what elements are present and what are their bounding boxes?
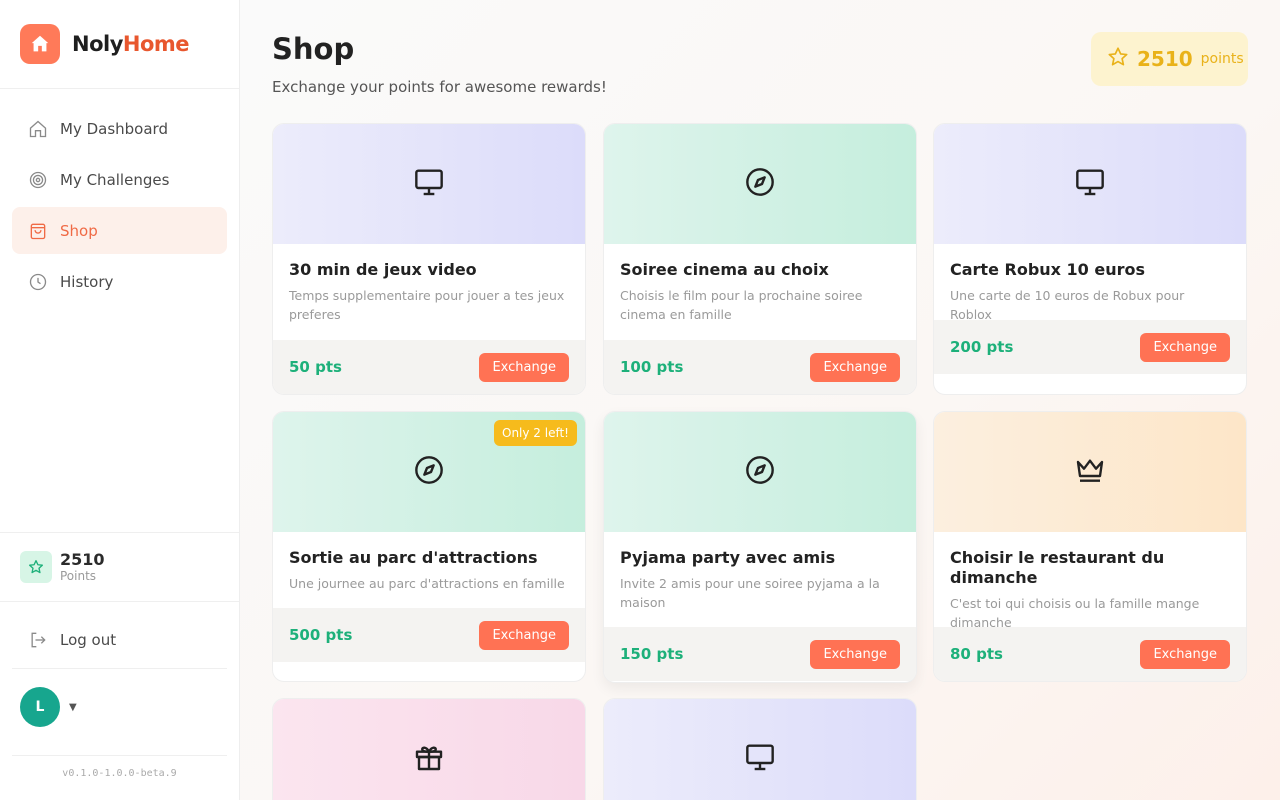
sidebar: NolyHome My Dashboard My Challenges Shop… xyxy=(0,0,240,800)
reward-card xyxy=(603,698,917,800)
card-hero xyxy=(604,412,916,532)
reward-card: Only 2 left! Sortie au parc d'attraction… xyxy=(272,411,586,682)
main-content: Shop Exchange your points for awesome re… xyxy=(240,0,1280,800)
caret-down-icon: ▼ xyxy=(69,701,77,713)
sidebar-item-shop[interactable]: Shop xyxy=(12,207,227,254)
card-description: Choisis le film pour la prochaine soiree… xyxy=(620,288,863,322)
sidebar-item-history[interactable]: History xyxy=(12,258,227,305)
sidebar-item-challenges[interactable]: My Challenges xyxy=(12,156,227,203)
card-price: 200 pts xyxy=(950,338,1014,356)
gift-icon xyxy=(413,741,445,777)
card-footer: 200 pts Exchange xyxy=(934,320,1246,374)
sidebar-points: 2510 Points xyxy=(0,532,239,602)
card-title: Choisir le restaurant du dimanche xyxy=(950,548,1165,587)
logout-icon xyxy=(28,630,48,650)
card-price: 80 pts xyxy=(950,645,1003,663)
star-icon xyxy=(1107,46,1129,72)
reward-card: Carte Robux 10 euros Une carte de 10 eur… xyxy=(933,123,1247,395)
card-description: Une carte de 10 euros de Robux pour Robl… xyxy=(950,288,1185,322)
sidebar-points-value: 2510 xyxy=(60,550,105,569)
card-footer: 500 pts Exchange xyxy=(273,608,585,662)
exchange-button[interactable]: Exchange xyxy=(479,352,569,382)
target-icon xyxy=(28,170,48,190)
reward-card: 30 min de jeux video Temps supplementair… xyxy=(272,123,586,395)
points-balance-label: points xyxy=(1200,51,1244,67)
card-title: 30 min de jeux video xyxy=(289,260,477,279)
shopping-bag-icon xyxy=(28,221,48,241)
sidebar-item-label: Shop xyxy=(60,221,98,240)
exchange-button[interactable]: Exchange xyxy=(810,352,900,382)
card-hero xyxy=(273,699,585,800)
card-footer: 100 pts Exchange xyxy=(604,340,916,394)
points-balance: 2510 points xyxy=(1091,32,1248,86)
card-title: Sortie au parc d'attractions xyxy=(289,548,538,567)
card-description: Une journee au parc d'attractions en fam… xyxy=(289,576,565,591)
monitor-icon xyxy=(413,166,445,202)
card-hero: Only 2 left! xyxy=(273,412,585,532)
exchange-button[interactable]: Exchange xyxy=(1140,639,1230,669)
reward-card: Choisir le restaurant du dimanche C'est … xyxy=(933,411,1247,682)
card-title: Pyjama party avec amis xyxy=(620,548,836,567)
monitor-icon xyxy=(744,741,776,777)
logout-label: Log out xyxy=(60,631,117,649)
logout-button[interactable]: Log out xyxy=(12,612,227,669)
divider xyxy=(12,755,227,756)
clock-icon xyxy=(28,272,48,292)
monitor-icon xyxy=(1074,166,1106,202)
card-price: 100 pts xyxy=(620,358,684,376)
points-balance-value: 2510 xyxy=(1137,47,1193,71)
sidebar-item-label: History xyxy=(60,272,114,291)
reward-card: Pyjama party avec amis Invite 2 amis pou… xyxy=(603,411,917,683)
house-logo-icon xyxy=(20,24,60,64)
card-title: Soiree cinema au choix xyxy=(620,260,829,279)
card-hero xyxy=(934,124,1246,244)
page-subtitle: Exchange your points for awesome rewards… xyxy=(272,78,607,96)
page-title: Shop xyxy=(272,32,355,66)
card-price: 50 pts xyxy=(289,358,342,376)
compass-icon xyxy=(413,454,445,490)
reward-card xyxy=(272,698,586,800)
crown-icon xyxy=(1074,454,1106,490)
sidebar-points-label: Points xyxy=(60,569,97,583)
compass-icon xyxy=(744,166,776,202)
exchange-button[interactable]: Exchange xyxy=(479,620,569,650)
brand[interactable]: NolyHome xyxy=(0,0,239,89)
card-hero xyxy=(604,124,916,244)
exchange-button[interactable]: Exchange xyxy=(810,639,900,669)
sidebar-item-label: My Challenges xyxy=(60,170,170,189)
brand-name-part2: Home xyxy=(122,32,190,56)
card-description: Temps supplementaire pour jouer a tes je… xyxy=(289,288,565,322)
avatar: L xyxy=(20,687,60,727)
sidebar-nav: My Dashboard My Challenges Shop History xyxy=(0,89,239,305)
card-hero xyxy=(934,412,1246,532)
compass-icon xyxy=(744,454,776,490)
home-icon xyxy=(28,119,48,139)
stock-badge: Only 2 left! xyxy=(494,420,577,446)
card-description: Invite 2 amis pour une soiree pyjama a l… xyxy=(620,576,880,610)
card-title: Carte Robux 10 euros xyxy=(950,260,1146,279)
card-footer: 50 pts Exchange xyxy=(273,340,585,394)
card-price: 150 pts xyxy=(620,645,684,663)
star-icon xyxy=(20,551,52,583)
card-hero xyxy=(604,699,916,800)
card-footer: 150 pts Exchange xyxy=(604,627,916,681)
card-price: 500 pts xyxy=(289,626,353,644)
reward-card: Soiree cinema au choix Choisis le film p… xyxy=(603,123,917,395)
exchange-button[interactable]: Exchange xyxy=(1140,332,1230,362)
card-footer: 80 pts Exchange xyxy=(934,627,1246,681)
sidebar-item-label: My Dashboard xyxy=(60,119,168,138)
brand-name-part1: Noly xyxy=(72,32,123,56)
brand-name: NolyHome xyxy=(72,32,190,56)
user-menu[interactable]: L ▼ xyxy=(20,687,77,727)
card-hero xyxy=(273,124,585,244)
sidebar-item-dashboard[interactable]: My Dashboard xyxy=(12,105,227,152)
version-label: v0.1.0-1.0.0-beta.9 xyxy=(62,768,177,779)
